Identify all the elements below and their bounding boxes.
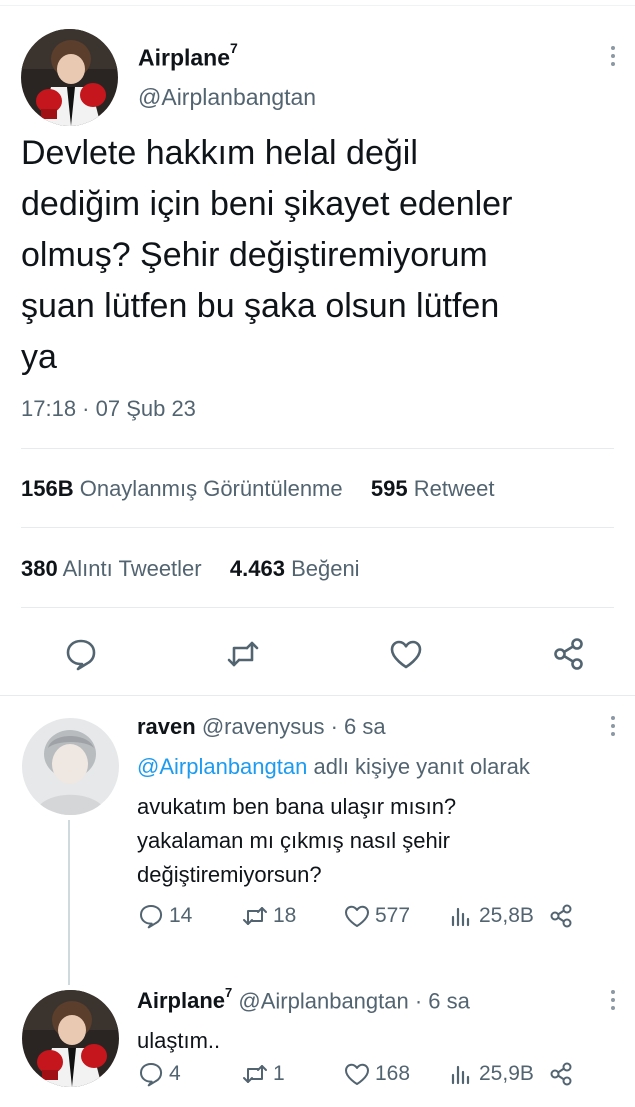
- retweet-icon: [243, 1065, 267, 1083]
- reply-text-line: yakalaman mı çıkmış nasıl şehir: [137, 828, 450, 853]
- reply-count: 14: [169, 904, 193, 927]
- like-icon: [345, 905, 369, 927]
- user-handle[interactable]: @Airplanbangtan: [138, 84, 316, 111]
- more-options-icon[interactable]: [611, 990, 617, 1010]
- display-name-text: Airplane: [138, 44, 231, 71]
- views-icon: [451, 907, 470, 927]
- retweet-button[interactable]: 18: [241, 902, 296, 930]
- replying-to-line: @Airplanbangtan adlı kişiye yanıt olarak: [137, 750, 530, 784]
- mention-link[interactable]: @Airplanbangtan: [137, 754, 307, 779]
- reply-header: raven @ravenysus · 6 sa: [137, 714, 386, 740]
- share-icon: [550, 1062, 572, 1086]
- thread-connector-line: [68, 820, 70, 985]
- retweets-label[interactable]: Retweet: [414, 476, 495, 501]
- reply-time[interactable]: · 6 sa: [415, 988, 470, 1013]
- name-superscript: 7: [230, 40, 238, 56]
- reply-handle[interactable]: @Airplanbangtan: [238, 988, 408, 1013]
- replying-to-label: adlı kişiye yanıt olarak: [313, 754, 530, 779]
- tweet-thread-page: Airplane7 @Airplanbangtan Devlete hakkım…: [0, 0, 635, 1107]
- more-options-icon[interactable]: [611, 716, 617, 736]
- divider: [21, 527, 614, 528]
- retweets-count: 595: [370, 476, 408, 501]
- reply-text: ulaştım..: [137, 1028, 221, 1053]
- reply-button[interactable]: 14: [137, 902, 192, 930]
- share-icon[interactable]: [551, 636, 587, 672]
- divider: [0, 695, 635, 696]
- quotes-count: 380: [21, 556, 58, 581]
- likes-label[interactable]: Beğeni: [291, 556, 360, 581]
- like-button[interactable]: 168: [343, 1060, 410, 1088]
- quotes-label[interactable]: Alıntı Tweetler: [63, 556, 202, 581]
- like-count: 168: [375, 1062, 411, 1085]
- tweet-text: Devlete hakkım helal değil dediğim için …: [21, 134, 513, 376]
- reply-button[interactable]: 4: [137, 1060, 181, 1088]
- top-border: [0, 5, 635, 6]
- views-count: 25,8B: [479, 904, 534, 927]
- views-button[interactable]: 25,9B: [447, 1060, 534, 1088]
- reply-display-name[interactable]: Airplane7: [137, 985, 233, 1014]
- views-count: 25,9B: [479, 1062, 534, 1085]
- reply-time[interactable]: · 6 sa: [331, 714, 386, 739]
- stats-row-views-retweets: 156B Onaylanmış Görüntülenme 595 Retweet: [21, 476, 494, 502]
- more-options-icon[interactable]: [611, 46, 617, 66]
- views-count: 156B: [21, 476, 74, 501]
- retweet-count: 1: [273, 1062, 285, 1085]
- reply-count: 4: [169, 1062, 181, 1085]
- retweet-icon: [243, 907, 267, 925]
- views-label[interactable]: Onaylanmış Görüntülenme: [80, 476, 343, 501]
- stats-row-quotes-likes: 380 Alıntı Tweetler 4.463 Beğeni: [21, 556, 360, 582]
- share-icon: [550, 904, 572, 928]
- reply-icon[interactable]: [63, 636, 99, 672]
- reply-text-line: değiştiremiyorsun?: [137, 862, 322, 887]
- like-button[interactable]: 577: [343, 902, 410, 930]
- like-icon: [345, 1063, 369, 1085]
- like-count: 577: [375, 904, 411, 927]
- reply-text: avukatım ben bana ulaşır mısın? yakalama…: [137, 790, 456, 892]
- like-icon[interactable]: [388, 636, 424, 672]
- divider: [21, 448, 614, 449]
- retweet-count: 18: [273, 904, 297, 927]
- reply-icon: [140, 905, 163, 929]
- reply-text-line: avukatım ben bana ulaşır mısın?: [137, 794, 457, 819]
- display-name-text: Airplane: [137, 988, 226, 1014]
- share-button[interactable]: [547, 902, 575, 930]
- avatar[interactable]: [21, 29, 118, 126]
- avatar[interactable]: [22, 718, 119, 815]
- likes-count: 4.463: [229, 556, 285, 581]
- display-name[interactable]: Airplane7: [138, 40, 238, 72]
- name-superscript: 7: [225, 985, 233, 1000]
- reply-header: Airplane7 @Airplanbangtan · 6 sa: [137, 985, 470, 1014]
- tweet-timestamp[interactable]: 17:18 · 07 Şub 23: [21, 396, 196, 422]
- divider: [21, 607, 614, 608]
- retweet-button[interactable]: 1: [241, 1060, 285, 1088]
- views-icon: [451, 1065, 470, 1085]
- share-button[interactable]: [547, 1060, 575, 1088]
- avatar[interactable]: [22, 990, 119, 1087]
- reply-handle[interactable]: @ravenysus: [202, 714, 325, 739]
- reply-display-name[interactable]: raven: [137, 714, 196, 739]
- views-button[interactable]: 25,8B: [447, 902, 534, 930]
- retweet-icon[interactable]: [225, 636, 261, 672]
- reply-icon: [140, 1063, 163, 1087]
